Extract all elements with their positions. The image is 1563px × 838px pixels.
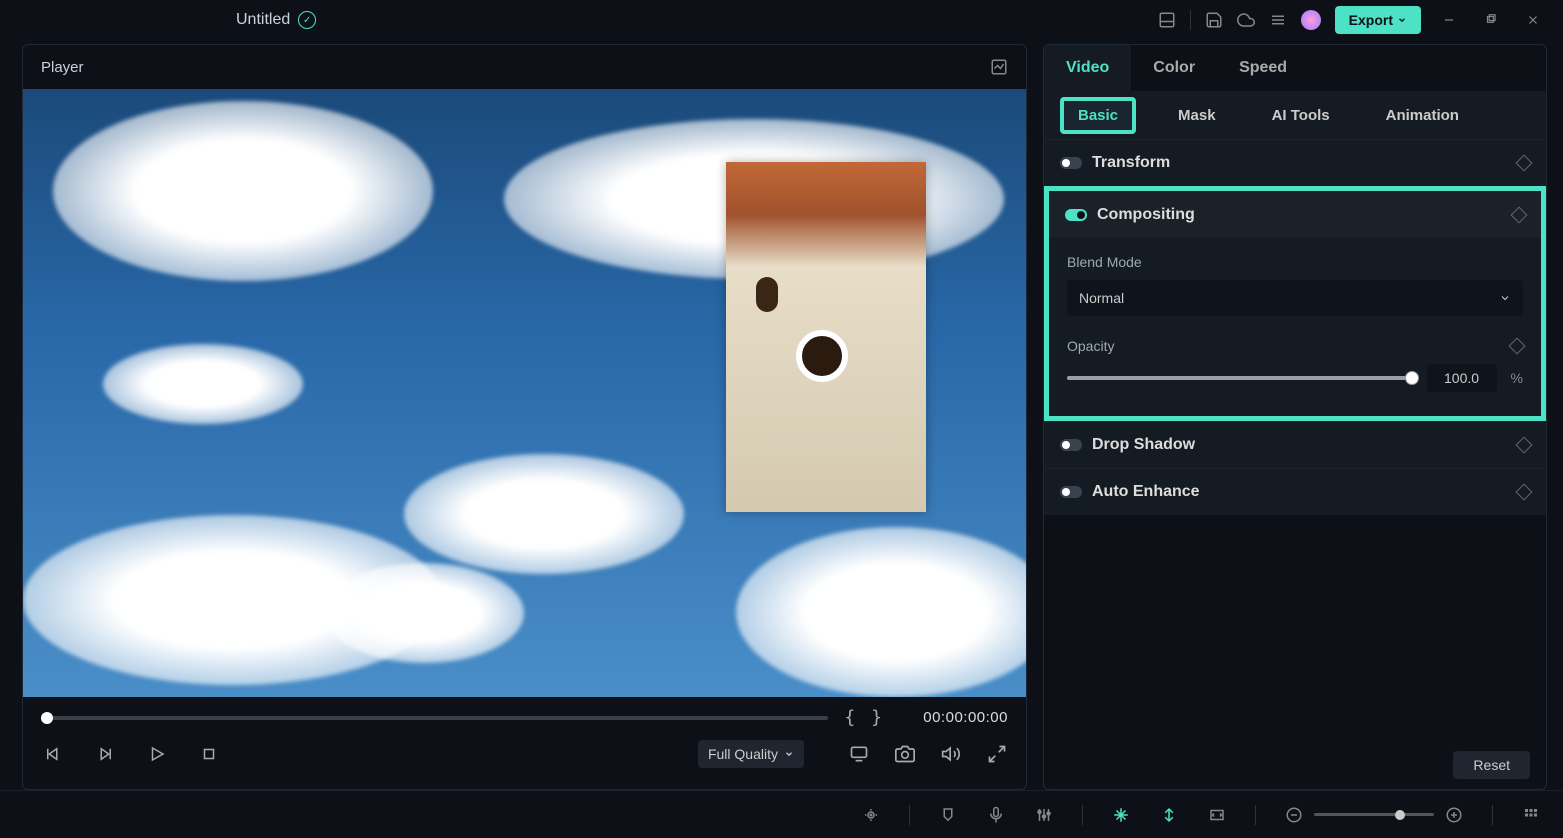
sub-tabs: Basic Mask AI Tools Animation (1044, 91, 1546, 139)
avatar[interactable] (1301, 10, 1321, 30)
keyframe-icon[interactable] (1511, 207, 1528, 224)
fullscreen-icon[interactable] (986, 743, 1008, 765)
sub-tab-basic[interactable]: Basic (1060, 97, 1136, 134)
transform-label: Transform (1092, 154, 1170, 172)
timecode: 00:00:00:00 (898, 709, 1008, 726)
opacity-value[interactable]: 100.0 (1427, 364, 1497, 392)
close-button[interactable] (1525, 12, 1541, 28)
section-drop-shadow[interactable]: Drop Shadow (1044, 421, 1546, 468)
auto-enhance-label: Auto Enhance (1092, 483, 1200, 501)
auto-enhance-toggle[interactable] (1060, 486, 1082, 498)
next-frame-button[interactable] (93, 742, 117, 766)
auto-icon[interactable] (861, 805, 881, 825)
sub-tab-animation[interactable]: Animation (1372, 101, 1473, 130)
sparkle-icon[interactable] (1111, 805, 1131, 825)
player-title: Player (41, 59, 84, 76)
scrub-thumb[interactable] (41, 712, 53, 724)
maximize-button[interactable] (1483, 12, 1499, 28)
zoom-in-button[interactable] (1444, 805, 1464, 825)
snapshot-icon[interactable] (894, 743, 916, 765)
mic-icon[interactable] (986, 805, 1006, 825)
compositing-toggle[interactable] (1065, 209, 1087, 221)
cloud-icon[interactable] (1237, 11, 1255, 29)
graph-icon[interactable] (990, 58, 1008, 76)
tab-speed[interactable]: Speed (1217, 45, 1309, 91)
properties-panel: Video Color Speed Basic Mask AI Tools An… (1043, 44, 1547, 790)
top-tabs: Video Color Speed (1044, 45, 1546, 91)
keyframe-icon[interactable] (1516, 155, 1533, 172)
quality-label: Full Quality (708, 746, 778, 762)
keyframe-icon[interactable] (1516, 484, 1533, 501)
opacity-slider[interactable] (1067, 376, 1413, 380)
titlebar: Untitled ✓ Export (0, 0, 1563, 40)
fit-icon[interactable] (1207, 805, 1227, 825)
keyframe-icon[interactable] (1509, 338, 1526, 355)
compositing-label: Compositing (1097, 206, 1195, 224)
keyframe-icon[interactable] (1516, 437, 1533, 454)
opacity-unit: % (1511, 370, 1523, 386)
compositing-highlight: Compositing Blend Mode Normal Opacity (1044, 186, 1546, 421)
transform-toggle[interactable] (1060, 157, 1082, 169)
mark-out-button[interactable]: } (871, 707, 882, 728)
minimize-button[interactable] (1441, 12, 1457, 28)
layout-icon[interactable] (1158, 11, 1176, 29)
menu-icon[interactable] (1269, 11, 1287, 29)
volume-icon[interactable] (940, 743, 962, 765)
player-panel: Player { } 00:00:00:00 (22, 44, 1027, 790)
bottombar (0, 790, 1563, 838)
sub-tab-mask[interactable]: Mask (1164, 101, 1230, 130)
sub-tab-ai-tools[interactable]: AI Tools (1258, 101, 1344, 130)
section-auto-enhance[interactable]: Auto Enhance (1044, 468, 1546, 515)
section-transform[interactable]: Transform (1044, 139, 1546, 186)
export-label: Export (1349, 12, 1393, 28)
mark-in-button[interactable]: { (844, 707, 855, 728)
play-button[interactable] (145, 742, 169, 766)
blend-mode-value: Normal (1079, 290, 1124, 306)
video-overlay-clip[interactable] (726, 162, 926, 512)
project-title: Untitled (236, 11, 290, 29)
section-compositing[interactable]: Compositing (1049, 191, 1541, 238)
saved-icon: ✓ (298, 11, 316, 29)
zoom-out-button[interactable] (1284, 805, 1304, 825)
snap-icon[interactable] (1159, 805, 1179, 825)
blend-mode-select[interactable]: Normal (1067, 280, 1523, 316)
stop-button[interactable] (197, 742, 221, 766)
opacity-label: Opacity (1067, 338, 1114, 354)
zoom-slider[interactable] (1314, 813, 1434, 816)
prev-frame-button[interactable] (41, 742, 65, 766)
save-icon[interactable] (1205, 11, 1223, 29)
export-button[interactable]: Export (1335, 6, 1421, 34)
grid-icon[interactable] (1521, 805, 1541, 825)
opacity-thumb[interactable] (1405, 371, 1419, 385)
marker-icon[interactable] (938, 805, 958, 825)
zoom-thumb[interactable] (1395, 810, 1405, 820)
reset-button[interactable]: Reset (1453, 751, 1530, 779)
player-viewport[interactable] (23, 89, 1026, 697)
tab-color[interactable]: Color (1131, 45, 1217, 91)
tab-video[interactable]: Video (1044, 45, 1131, 91)
quality-select[interactable]: Full Quality (698, 740, 804, 768)
adjust-icon[interactable] (1034, 805, 1054, 825)
drop-shadow-toggle[interactable] (1060, 439, 1082, 451)
drop-shadow-label: Drop Shadow (1092, 436, 1195, 454)
scrub-track[interactable] (41, 716, 828, 720)
screen-icon[interactable] (848, 743, 870, 765)
blend-mode-label: Blend Mode (1067, 254, 1523, 270)
